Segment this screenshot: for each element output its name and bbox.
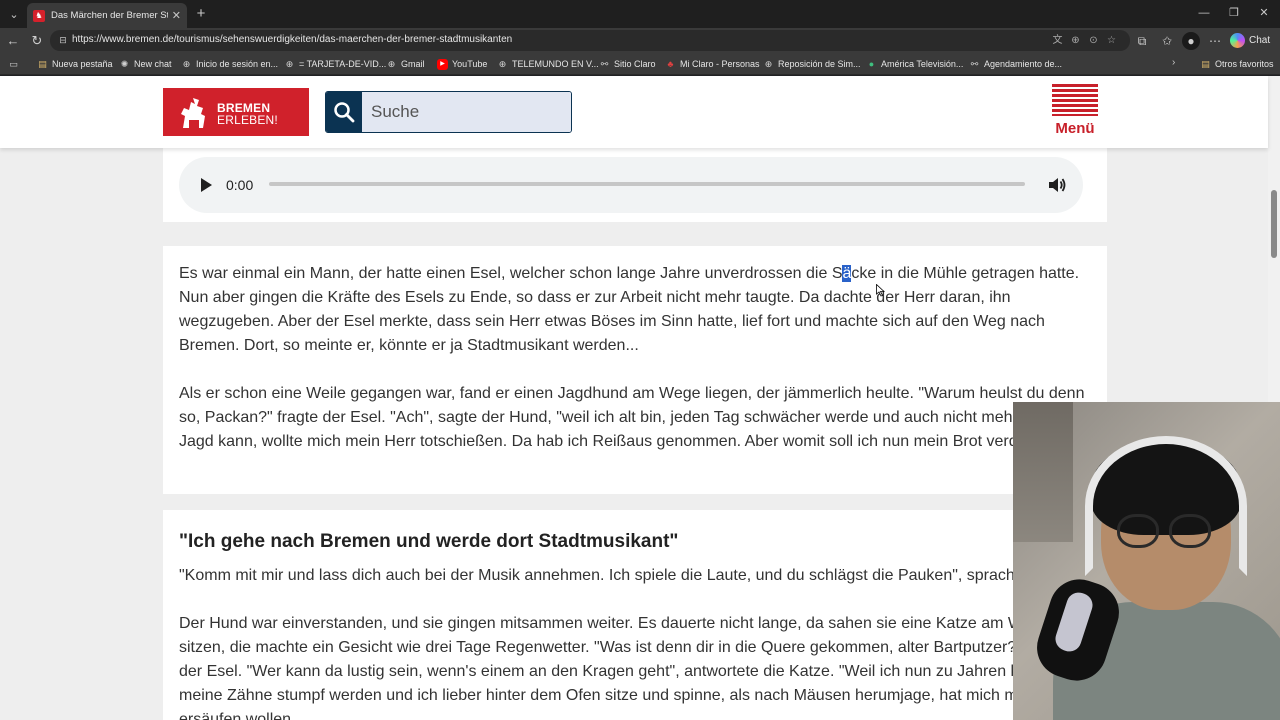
menu-label: Menü (1055, 120, 1095, 137)
close-window-icon[interactable]: ✕ (1254, 4, 1274, 22)
section-heading: "Ich gehe nach Bremen und werde dort Sta… (179, 531, 679, 552)
play-icon[interactable] (199, 177, 213, 193)
bookmark-item[interactable]: ⊕ Inicio de sesión en... (181, 57, 278, 71)
bookmark-item[interactable]: ▤ Nueva pestaña (37, 57, 112, 71)
reader-icon[interactable]: ⊙ (1086, 33, 1101, 48)
bookmark-item[interactable]: ⚯ Agendamiento de... (969, 57, 1062, 71)
bookmark-item[interactable]: ♣ Mi Claro - Personas (665, 57, 760, 71)
bookmark-item[interactable]: ● América Televisión... (866, 57, 964, 71)
bookmarks-overflow-chevron-icon[interactable]: › (1172, 57, 1175, 68)
globe-icon: ⊕ (498, 58, 507, 69)
more-menu-icon[interactable]: ⋯ (1206, 32, 1224, 50)
chat-icon: ✺ (120, 58, 129, 69)
profile-avatar-icon[interactable]: ● (1182, 32, 1200, 50)
search-button[interactable] (326, 92, 362, 132)
other-bookmarks[interactable]: ▤ Otros favoritos (1200, 57, 1273, 71)
url-text[interactable]: https://www.bremen.de/tourismus/sehenswu… (72, 34, 512, 45)
globe-icon: ⊕ (182, 58, 191, 69)
bookmark-item[interactable]: ▶ YouTube (437, 57, 487, 71)
story-paragraph-2: Als er schon eine Weile gegangen war, fa… (179, 385, 1085, 450)
globe-icon: ⊕ (285, 58, 294, 69)
zoom-icon[interactable]: ⊕ (1068, 33, 1083, 48)
favorite-star-icon[interactable]: ☆ (1104, 33, 1119, 48)
section-card: "Ich gehe nach Bremen und werde dort Sta… (163, 510, 1107, 720)
bookmark-tabs-icon[interactable]: ▭ (8, 57, 23, 71)
bookmarks-bar: ▭ ▤ Nueva pestaña ✺ New chat ⊕ Inicio de se… (0, 53, 1280, 75)
tab-title: Das Märchen der Bremer Stadtmu (51, 10, 168, 21)
story-card: Es war einmal ein Mann, der hatte einen … (163, 246, 1107, 494)
menu-flag-icon (1052, 84, 1098, 116)
logo-text: BREMEN ERLEBEN! (217, 102, 278, 126)
bookmark-item[interactable]: ✺ New chat (119, 57, 172, 71)
tab-list-chevron-icon[interactable]: ⌄ (4, 4, 24, 24)
webcam-overlay (1013, 402, 1280, 720)
site-header: BREMEN ERLEBEN! Menü (0, 76, 1268, 148)
claro-icon: ♣ (667, 58, 674, 69)
extensions-icon[interactable]: ⧉ (1133, 32, 1151, 50)
copilot-logo-icon (1230, 33, 1245, 48)
scrollbar-thumb[interactable] (1271, 190, 1277, 258)
new-tab-plus-icon[interactable]: + (192, 5, 210, 23)
link-icon: ⚯ (970, 58, 979, 69)
site-info-icon[interactable]: ⊟ (57, 34, 69, 46)
back-arrow-icon[interactable]: ← (4, 32, 22, 50)
copilot-chat-button[interactable]: Chat (1230, 31, 1276, 50)
webcam-background (1013, 402, 1073, 542)
link-icon: ⚯ (600, 58, 609, 69)
webcam-headset (1085, 436, 1247, 576)
bookmark-item[interactable]: ⊕ Reposición de Sim... (763, 57, 861, 71)
folder-icon: ▤ (1201, 58, 1210, 69)
bookmark-item[interactable]: ⊕ TELEMUNDO EN V... (497, 57, 599, 71)
volume-icon[interactable] (1047, 175, 1067, 195)
youtube-icon: ▶ (437, 58, 448, 70)
audio-progress-slider[interactable] (269, 182, 1025, 186)
browser-toolbar: ← ↻ ⊟ https://www.bremen.de/tourismus/se… (0, 28, 1280, 53)
address-bar[interactable]: ⊟ https://www.bremen.de/tourismus/sehens… (50, 30, 1130, 51)
folder-icon: ▤ (38, 58, 47, 69)
globe-icon: ⊕ (764, 58, 773, 69)
close-tab-icon[interactable]: ✕ (172, 9, 181, 22)
section-paragraph-2: Der Hund war einverstanden, und sie ging… (179, 615, 1086, 720)
globe-icon: ● (868, 58, 875, 69)
story-paragraph-1: Es war einmal ein Mann, der hatte einen … (179, 265, 1080, 354)
globe-icon: ⊕ (387, 58, 396, 69)
site-search (325, 91, 572, 133)
search-input[interactable] (362, 92, 571, 132)
browser-tab-strip: ⌄ ♞ Das Märchen der Bremer Stadtmu ✕ + —… (0, 0, 1280, 28)
restore-window-icon[interactable]: ❐ (1224, 4, 1244, 22)
town-musicians-logo-icon (181, 98, 205, 128)
reload-icon[interactable]: ↻ (28, 32, 46, 50)
chat-label: Chat (1249, 35, 1271, 46)
minimize-window-icon[interactable]: — (1194, 4, 1214, 22)
audio-time: 0:00 (226, 177, 254, 193)
bookmark-item[interactable]: ⚯ Sitio Claro (599, 57, 656, 71)
audio-player: 0:00 (179, 157, 1083, 213)
mouse-cursor-icon (876, 284, 885, 297)
bremen-favicon-icon: ♞ (33, 9, 45, 22)
menu-button[interactable]: Menü (1048, 84, 1102, 140)
section-paragraph-1: "Komm mit mir und lass dich auch bei der… (179, 567, 1083, 584)
search-icon (334, 102, 355, 123)
logo-line-2: ERLEBEN! (217, 113, 278, 127)
bremen-logo[interactable]: BREMEN ERLEBEN! (163, 88, 309, 136)
translate-icon[interactable]: 文 (1050, 33, 1065, 48)
audio-card: 0:00 (163, 148, 1107, 222)
favorites-icon[interactable]: ✩ (1158, 32, 1176, 50)
bookmark-item[interactable]: ⊕ Gmail (386, 57, 425, 71)
bookmark-item[interactable]: ⊕ = TARJETA-DE-VID... (284, 57, 387, 71)
browser-tab-active[interactable]: ♞ Das Märchen der Bremer Stadtmu ✕ (27, 3, 187, 28)
